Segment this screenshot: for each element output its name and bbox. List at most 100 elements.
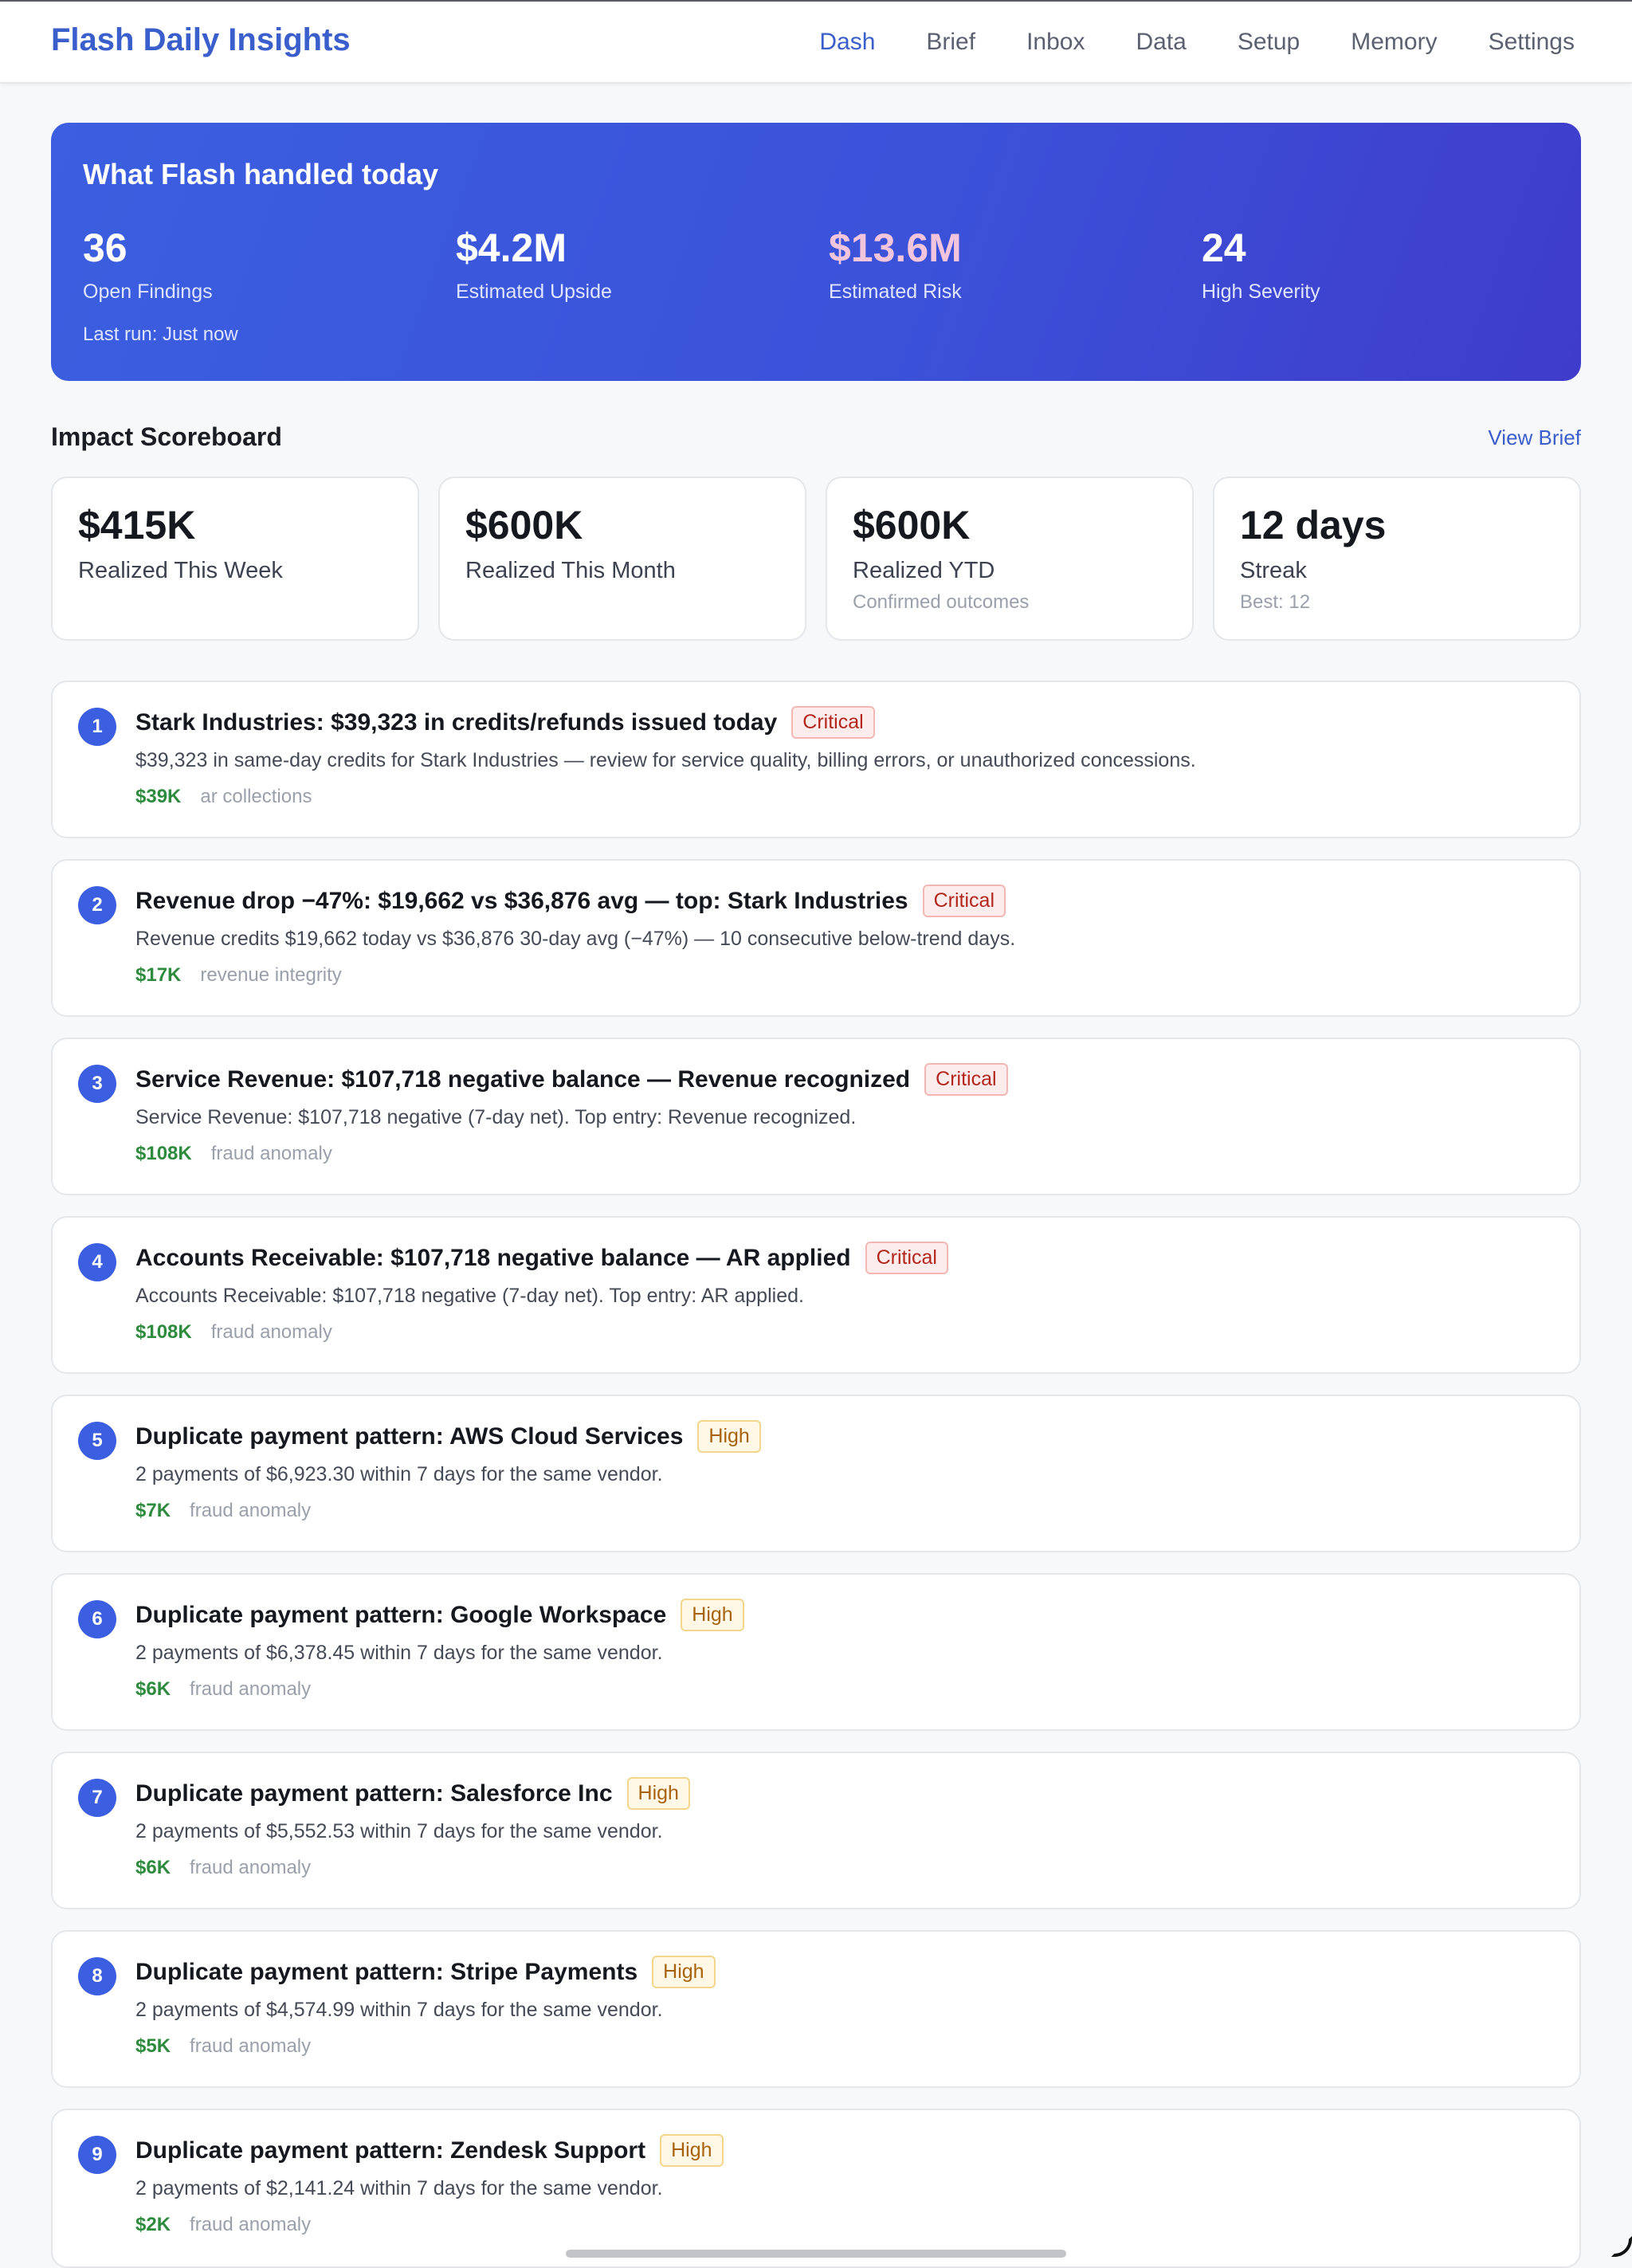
finding-title: Duplicate payment pattern: AWS Cloud Ser… [135,1422,684,1450]
finding-amount: $6K [135,1678,171,1700]
nav-item-brief[interactable]: Brief [926,29,975,56]
finding-title: Duplicate payment pattern: Stripe Paymen… [135,1958,638,1985]
finding-card[interactable]: 4 Accounts Receivable: $107,718 negative… [51,1216,1581,1374]
finding-card[interactable]: 6 Duplicate payment pattern: Google Work… [51,1573,1581,1731]
finding-category: fraud anomaly [190,1500,312,1521]
top-navigation-bar: Flash Daily Insights Dash Brief Inbox Da… [0,0,1632,84]
horizontal-scrollbar[interactable] [566,2250,1066,2258]
stat-open-findings: 36 Open Findings [83,225,213,304]
nav-item-setup[interactable]: Setup [1238,29,1300,56]
finding-amount: $108K [135,1143,192,1164]
finding-card[interactable]: 3 Service Revenue: $107,718 negative bal… [51,1038,1581,1195]
severity-badge: High [660,2134,724,2167]
banner-title: What Flash handled today [83,158,439,190]
finding-amount: $108K [135,1321,192,1343]
finding-title: Duplicate payment pattern: Google Worksp… [135,1601,667,1628]
finding-number: 3 [78,1065,116,1103]
severity-badge: Critical [922,885,1006,917]
score-label: Realized This Week [78,558,283,583]
finding-card[interactable]: 9 Duplicate payment pattern: Zendesk Sup… [51,2109,1581,2268]
finding-number: 9 [78,2136,116,2174]
stat-label: Estimated Risk [829,281,962,303]
score-label: Realized YTD [853,558,995,583]
finding-number: 2 [78,886,116,924]
finding-description: Revenue credits $19,662 today vs $36,876… [135,928,1016,950]
finding-description: 2 payments of $4,574.99 within 7 days fo… [135,1999,663,2021]
finding-description: $39,323 in same-day credits for Stark In… [135,749,1196,771]
score-card-week: $415K Realized This Week [51,477,419,641]
finding-description: 2 payments of $6,378.45 within 7 days fo… [135,1642,663,1664]
finding-card[interactable]: 2 Revenue drop −47%: $19,662 vs $36,876 … [51,859,1581,1017]
main-nav: Dash Brief Inbox Data Setup Memory Setti… [819,29,1575,56]
finding-card[interactable]: 8 Duplicate payment pattern: Stripe Paym… [51,1930,1581,2088]
score-value: $600K [853,503,971,547]
finding-description: Service Revenue: $107,718 negative (7-da… [135,1106,857,1128]
finding-description: 2 payments of $6,923.30 within 7 days fo… [135,1463,663,1485]
finding-category: fraud anomaly [210,1321,332,1343]
stat-estimated-upside: $4.2M Estimated Upside [456,225,612,304]
finding-card[interactable]: 7 Duplicate payment pattern: Salesforce … [51,1752,1581,1909]
finding-title: Service Revenue: $107,718 negative balan… [135,1065,911,1093]
score-value: $600K [465,503,583,547]
score-card-streak: 12 days Streak Best: 12 [1213,477,1581,641]
stat-value: $4.2M [456,226,567,270]
app-title[interactable]: Flash Daily Insights [51,22,351,58]
stat-label: High Severity [1202,281,1320,303]
finding-category: revenue integrity [200,964,342,986]
finding-description: 2 payments of $2,141.24 within 7 days fo… [135,2177,663,2199]
nav-item-settings[interactable]: Settings [1489,29,1575,56]
finding-card[interactable]: 5 Duplicate payment pattern: AWS Cloud S… [51,1395,1581,1552]
finding-title: Stark Industries: $39,323 in credits/ref… [135,708,778,736]
severity-badge: Critical [791,706,875,739]
score-sublabel: Best: 12 [1240,591,1311,613]
finding-amount: $2K [135,2214,171,2235]
finding-number: 7 [78,1779,116,1817]
score-card-ytd: $600K Realized YTD Confirmed outcomes [826,477,1194,641]
stat-high-severity: 24 High Severity [1202,225,1320,304]
finding-card[interactable]: 1 Stark Industries: $39,323 in credits/r… [51,681,1581,838]
stat-estimated-risk: $13.6M Estimated Risk [829,225,962,304]
score-value: $415K [78,503,196,547]
finding-number: 4 [78,1243,116,1281]
scoreboard-title: Impact Scoreboard [51,422,282,451]
stat-value: $13.6M [829,226,962,270]
finding-number: 8 [78,1957,116,1995]
score-label: Realized This Month [465,558,676,583]
daily-summary-banner: What Flash handled today 36 Open Finding… [51,123,1581,381]
finding-title: Duplicate payment pattern: Zendesk Suppo… [135,2137,646,2164]
finding-amount: $39K [135,786,182,807]
finding-number: 5 [78,1422,116,1460]
finding-category: fraud anomaly [190,1857,312,1878]
resize-corner-icon [1611,2236,1632,2257]
finding-number: 1 [78,708,116,746]
nav-item-data[interactable]: Data [1136,29,1186,56]
stat-value: 36 [83,226,128,270]
finding-description: 2 payments of $5,552.53 within 7 days fo… [135,1820,663,1842]
severity-badge: High [626,1777,690,1810]
finding-category: fraud anomaly [210,1143,332,1164]
finding-category: fraud anomaly [190,2035,312,2057]
score-card-month: $600K Realized This Month [438,477,806,641]
nav-item-memory[interactable]: Memory [1351,29,1437,56]
severity-badge: High [697,1420,761,1453]
nav-item-dash[interactable]: Dash [819,29,875,56]
finding-amount: $6K [135,1857,171,1878]
finding-description: Accounts Receivable: $107,718 negative (… [135,1285,804,1307]
view-brief-link[interactable]: View Brief [1488,426,1581,450]
finding-title: Accounts Receivable: $107,718 negative b… [135,1244,851,1271]
finding-amount: $17K [135,964,182,986]
finding-category: fraud anomaly [190,1678,312,1700]
score-sublabel: Confirmed outcomes [853,591,1030,613]
stat-value: 24 [1202,226,1246,270]
finding-title: Revenue drop −47%: $19,662 vs $36,876 av… [135,887,908,914]
finding-title: Duplicate payment pattern: Salesforce In… [135,1779,613,1807]
severity-badge: High [652,1956,716,1988]
finding-number: 6 [78,1600,116,1638]
severity-badge: Critical [865,1242,948,1274]
last-run-status: Last run: Just now [83,324,238,345]
finding-category: fraud anomaly [190,2214,312,2235]
finding-category: ar collections [200,786,312,807]
nav-item-inbox[interactable]: Inbox [1026,29,1085,56]
finding-amount: $7K [135,1500,171,1521]
severity-badge: Critical [924,1063,1008,1096]
